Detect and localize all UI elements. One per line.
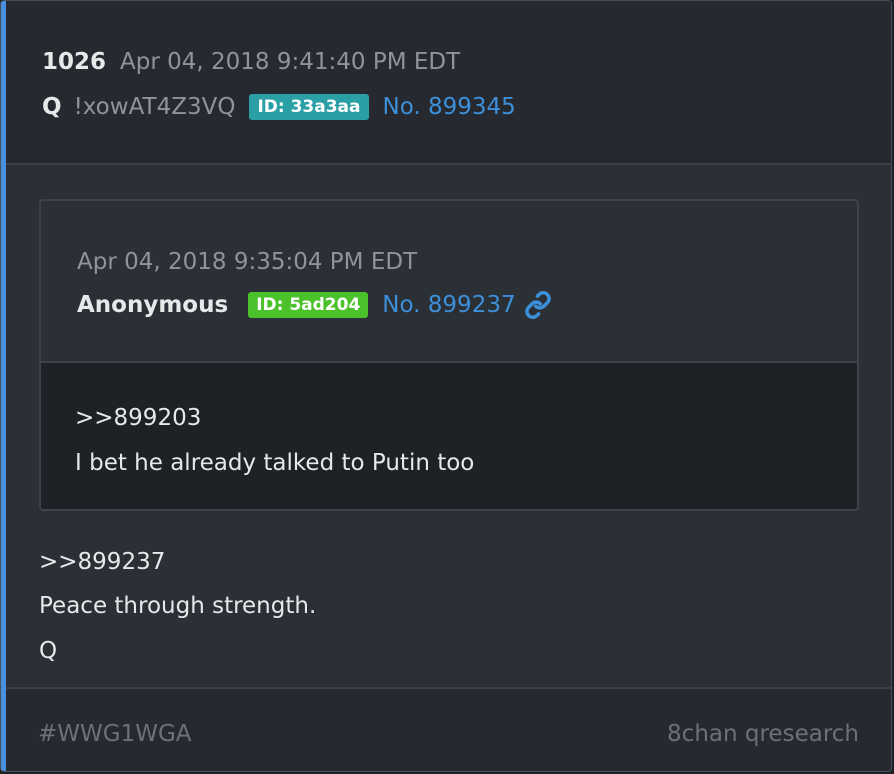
q-post-card: 1026 Apr 04, 2018 9:41:40 PM EDT Q !xowAT… [0, 0, 892, 772]
quoted-poster-id-badge[interactable]: ID: 5ad204 [248, 292, 369, 318]
post-number: 1026 [42, 49, 107, 75]
quoted-post-date: Apr 04, 2018 9:35:04 PM EDT [77, 249, 418, 275]
post-signature: Q [39, 638, 58, 664]
post-number-link[interactable]: No. 899345 [383, 91, 516, 123]
post-footer: #WWG1WGA 8chan qresearch [6, 687, 891, 771]
post-author: Q [42, 94, 62, 120]
quoted-author-row: Anonymous ID: 5ad204 No. 899237 [77, 289, 552, 321]
hashtag: #WWG1WGA [38, 721, 192, 747]
post-author-row: Q !xowAT4Z3VQ ID: 33a3aa No. 899345 [42, 91, 516, 123]
post-meta-row: 1026 Apr 04, 2018 9:41:40 PM EDT [42, 47, 460, 77]
quoted-post-text: I bet he already talked to Putin too [75, 450, 475, 476]
quoted-post-author: Anonymous [77, 292, 229, 318]
quoted-post-header: Apr 04, 2018 9:35:04 PM EDT Anonymous ID… [41, 201, 857, 363]
reply-reference[interactable]: >>899237 [39, 547, 165, 577]
quoted-post-body: >>899203 I bet he already talked to Puti… [41, 363, 857, 509]
poster-id-badge[interactable]: ID: 33a3aa [249, 94, 369, 120]
source-label: 8chan qresearch [667, 721, 859, 747]
link-icon[interactable] [524, 291, 552, 319]
quoted-post-number-link[interactable]: No. 899237 [382, 289, 515, 321]
post-tripcode: !xowAT4Z3VQ [73, 94, 236, 120]
post-header: 1026 Apr 04, 2018 9:41:40 PM EDT Q !xowAT… [6, 1, 891, 165]
quoted-reply-reference[interactable]: >>899203 [75, 403, 201, 433]
quoted-post: Apr 04, 2018 9:35:04 PM EDT Anonymous ID… [39, 199, 859, 511]
post-text: Peace through strength. [39, 593, 317, 619]
post-date: Apr 04, 2018 9:41:40 PM EDT [120, 49, 461, 75]
